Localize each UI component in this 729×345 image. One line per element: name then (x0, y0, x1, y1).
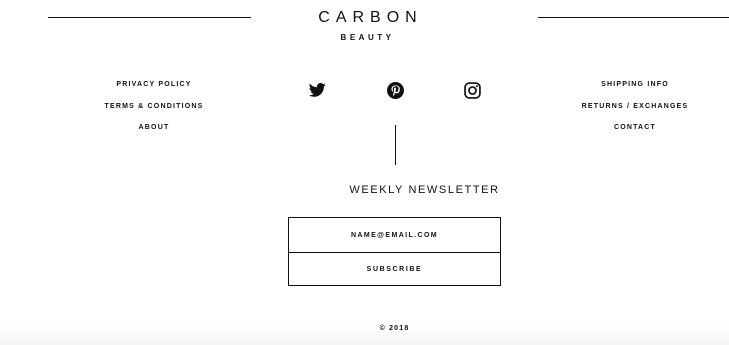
email-input[interactable] (288, 217, 501, 253)
copyright-text: © 2018 (379, 325, 410, 332)
terms-conditions-link[interactable]: TERMS & CONDITIONS (104, 102, 204, 124)
subscribe-button[interactable]: SUBSCRIBE (288, 252, 501, 286)
about-link[interactable]: ABOUT (104, 123, 204, 145)
brand-logo-subtitle: BEAUTY (340, 33, 395, 42)
returns-exchanges-link[interactable]: RETURNS / EXCHANGES (580, 102, 690, 124)
footer-page: CARBON BEAUTY PRIVACY POLICY TERMS & CON… (0, 0, 729, 345)
instagram-icon-glyph (463, 81, 481, 99)
footer-links-left: PRIVACY POLICY TERMS & CONDITIONS ABOUT (104, 80, 204, 145)
shipping-info-link[interactable]: SHIPPING INFO (580, 80, 690, 102)
twitter-icon[interactable] (307, 80, 327, 100)
newsletter-form: SUBSCRIBE (288, 217, 501, 286)
pinterest-icon[interactable] (385, 80, 405, 100)
contact-link[interactable]: CONTACT (580, 123, 690, 145)
privacy-policy-link[interactable]: PRIVACY POLICY (104, 80, 204, 102)
pinterest-icon-glyph (386, 81, 404, 99)
twitter-icon-glyph (308, 83, 326, 97)
footer-links-right: SHIPPING INFO RETURNS / EXCHANGES CONTAC… (580, 80, 690, 145)
brand-logo-name[interactable]: CARBON (0, 9, 729, 27)
vertical-divider (395, 125, 396, 165)
newsletter-title: WEEKLY NEWSLETTER (349, 184, 500, 196)
instagram-icon[interactable] (462, 80, 482, 100)
